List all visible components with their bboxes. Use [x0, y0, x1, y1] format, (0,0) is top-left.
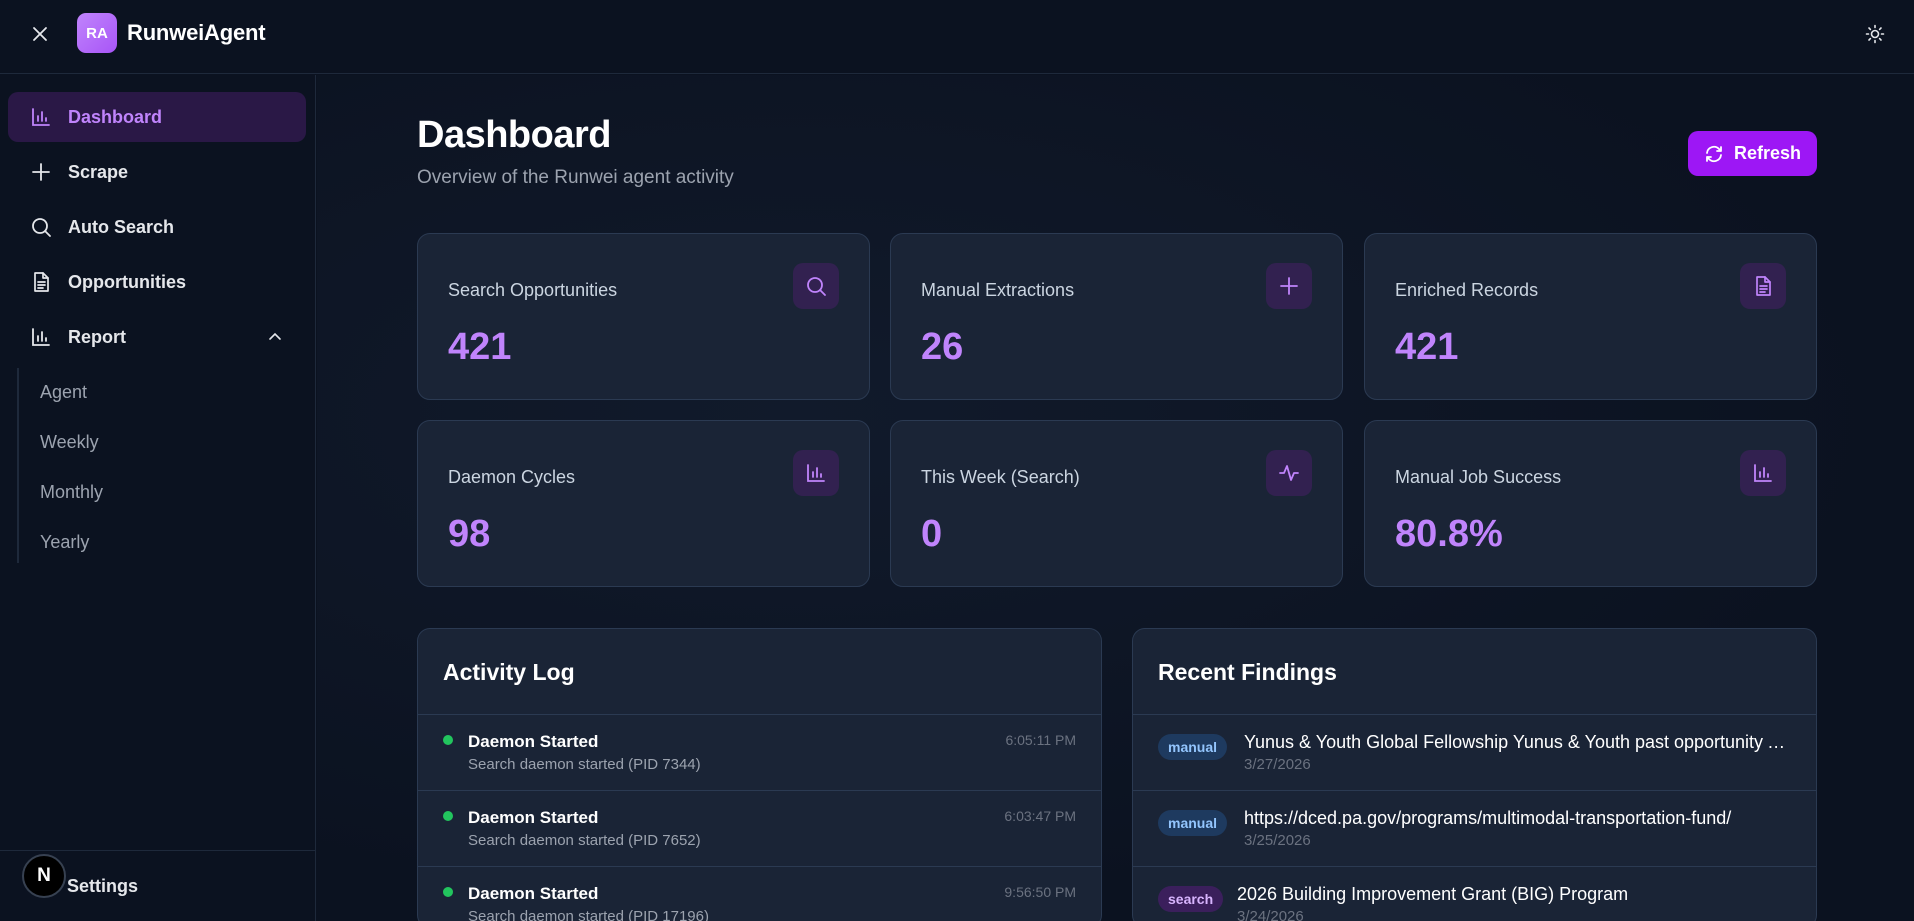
- stat-value: 80.8%: [1395, 513, 1503, 555]
- sidebar-item-opportunities[interactable]: Opportunities: [8, 257, 306, 307]
- stat-label: This Week (Search): [921, 467, 1080, 487]
- activity-title: Daemon Started: [468, 884, 599, 903]
- page-title: Dashboard: [417, 114, 611, 156]
- stat-value: 26: [921, 326, 964, 368]
- sidebar-subitem-agent[interactable]: Agent: [40, 376, 87, 408]
- finding-title[interactable]: 2026 Building Improvement Grant (BIG) Pr…: [1237, 884, 1787, 905]
- sidebar-subitem-monthly[interactable]: Monthly: [40, 476, 103, 508]
- stat-value: 0: [921, 513, 943, 555]
- stat-label: Enriched Records: [1395, 280, 1539, 300]
- sidebar-item-report[interactable]: Report: [8, 312, 306, 362]
- app-title: RunweiAgent: [127, 20, 266, 45]
- recent-findings-panel: Recent Findings manual Yunus & Youth Glo…: [1132, 628, 1817, 921]
- bar-chart-icon: [28, 104, 54, 130]
- bar-chart-icon: [28, 324, 54, 350]
- report-subnav-line: [17, 368, 19, 563]
- stat-label: Search Opportunities: [448, 280, 618, 300]
- sidebar-item-label: Dashboard: [68, 106, 163, 127]
- finding-date: 3/27/2026: [1244, 756, 1311, 773]
- finding-row[interactable]: manual https://dced.pa.gov/programs/mult…: [1133, 791, 1816, 867]
- sidebar-subitem-weekly[interactable]: Weekly: [40, 426, 99, 458]
- finding-title[interactable]: Yunus & Youth Global Fellowship Yunus & …: [1244, 732, 1794, 753]
- status-dot: [443, 811, 453, 821]
- source-tag: manual: [1158, 734, 1228, 760]
- stat-card-daemon-cycles: Daemon Cycles 98: [417, 420, 870, 587]
- sidebar: Dashboard Scrape Auto Search Opportuniti…: [0, 75, 316, 921]
- close-icon[interactable]: [28, 22, 52, 46]
- activity-row[interactable]: Daemon Started Search daemon started (PI…: [418, 715, 1101, 791]
- activity-icon: [1266, 450, 1312, 496]
- activity-time: 6:03:47 PM: [1004, 808, 1076, 824]
- bar-chart-icon: [793, 450, 839, 496]
- plus-icon: [1266, 263, 1312, 309]
- panel-title: Activity Log: [443, 659, 575, 685]
- bar-chart-icon: [1740, 450, 1786, 496]
- stat-card-manual-extractions: Manual Extractions 26: [890, 233, 1343, 400]
- n-badge[interactable]: N: [22, 854, 66, 898]
- activity-row[interactable]: Daemon Started Search daemon started (PI…: [418, 867, 1101, 921]
- sidebar-item-label: Scrape: [68, 161, 129, 182]
- page-subtitle: Overview of the Runwei agent activity: [417, 167, 734, 188]
- activity-title: Daemon Started: [468, 808, 599, 827]
- activity-row[interactable]: Daemon Started Search daemon started (PI…: [418, 791, 1101, 867]
- stat-label: Manual Job Success: [1395, 467, 1562, 487]
- finding-date: 3/25/2026: [1244, 832, 1311, 849]
- stat-label: Manual Extractions: [921, 280, 1075, 300]
- activity-title: Daemon Started: [468, 732, 599, 751]
- activity-desc: Search daemon started (PID 17196): [468, 908, 709, 921]
- sidebar-item-label: Report: [68, 326, 126, 347]
- sidebar-item-auto-search[interactable]: Auto Search: [8, 202, 306, 252]
- sidebar-item-scrape[interactable]: Scrape: [8, 147, 306, 197]
- status-dot: [443, 735, 453, 745]
- stat-card-manual-job-success: Manual Job Success 80.8%: [1364, 420, 1817, 587]
- sidebar-item-settings[interactable]: Settings: [67, 876, 138, 897]
- activity-desc: Search daemon started (PID 7652): [468, 832, 701, 849]
- activity-time: 6:05:11 PM: [1005, 732, 1076, 748]
- sidebar-subitem-yearly[interactable]: Yearly: [40, 526, 89, 558]
- sidebar-item-label: Auto Search: [68, 216, 175, 237]
- activity-log-panel: Activity Log Daemon Started Search daemo…: [417, 628, 1102, 921]
- panel-title: Recent Findings: [1158, 659, 1337, 685]
- sun-icon[interactable]: [1862, 21, 1888, 47]
- activity-desc: Search daemon started (PID 7344): [468, 756, 701, 773]
- plus-icon: [28, 159, 54, 185]
- activity-time: 9:56:50 PM: [1004, 884, 1076, 900]
- document-icon: [1740, 263, 1786, 309]
- stat-card-this-week-search: This Week (Search) 0: [890, 420, 1343, 587]
- stat-value: 421: [1395, 326, 1459, 368]
- search-icon: [28, 214, 54, 240]
- stat-label: Daemon Cycles: [448, 467, 576, 487]
- stat-card-search-opportunities: Search Opportunities 421: [417, 233, 870, 400]
- status-dot: [443, 887, 453, 897]
- refresh-button[interactable]: Refresh: [1688, 131, 1817, 176]
- stat-value: 421: [448, 326, 512, 368]
- finding-title[interactable]: https://dced.pa.gov/programs/multimodal-…: [1244, 808, 1794, 829]
- source-tag: manual: [1158, 810, 1228, 836]
- refresh-icon: [1704, 144, 1724, 164]
- sidebar-item-dashboard[interactable]: Dashboard: [8, 92, 306, 142]
- top-bar: RA RunweiAgent: [0, 0, 1914, 74]
- sidebar-divider: [0, 850, 316, 851]
- finding-row[interactable]: search 2026 Building Improvement Grant (…: [1133, 867, 1816, 921]
- stat-card-enriched-records: Enriched Records 421: [1364, 233, 1817, 400]
- search-icon: [793, 263, 839, 309]
- sidebar-item-label: Opportunities: [68, 271, 186, 292]
- finding-row[interactable]: manual Yunus & Youth Global Fellowship Y…: [1133, 715, 1816, 791]
- refresh-label: Refresh: [1733, 143, 1802, 163]
- finding-date: 3/24/2026: [1237, 908, 1304, 921]
- document-icon: [28, 269, 54, 295]
- chevron-up-icon[interactable]: [266, 328, 284, 346]
- source-tag: search: [1158, 886, 1224, 912]
- app-logo: RA: [77, 13, 117, 53]
- stat-value: 98: [448, 513, 491, 555]
